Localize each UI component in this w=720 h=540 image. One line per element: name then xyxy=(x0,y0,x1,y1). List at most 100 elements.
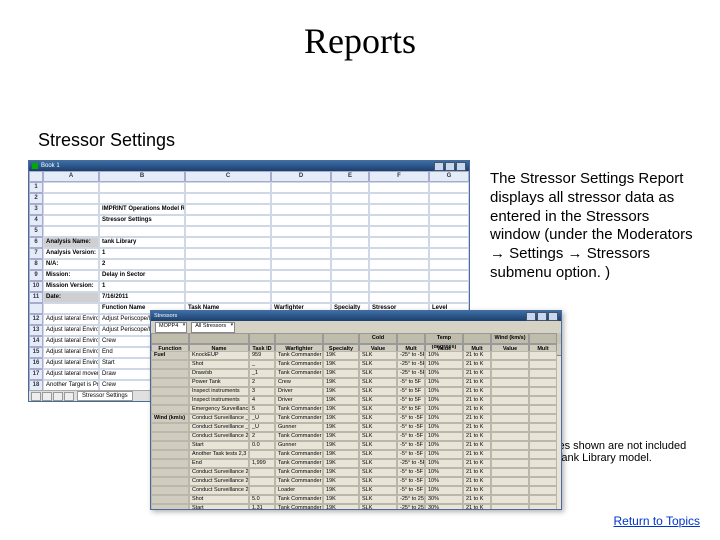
cell: SLK xyxy=(359,459,397,468)
cell: Tank Commander xyxy=(275,468,323,477)
cell: -5° to -5F xyxy=(397,486,425,495)
cell: 10% xyxy=(425,378,463,387)
cell: 10% xyxy=(425,477,463,486)
cell: 2 xyxy=(99,259,185,270)
cell: -5° to -5F xyxy=(397,414,425,423)
col-header: A xyxy=(43,171,99,182)
cell: Gunner xyxy=(275,441,323,450)
tab-nav-first-icon[interactable] xyxy=(31,392,41,401)
grid-header-group xyxy=(463,333,491,344)
cell: 19K xyxy=(323,360,359,369)
cell: Tank Commander xyxy=(275,450,323,459)
close-icon[interactable] xyxy=(456,162,466,171)
row-group-label xyxy=(151,405,189,414)
row-group-label xyxy=(151,468,189,477)
cell: 19K xyxy=(323,432,359,441)
table-row: FuelKnockEUP959Tank Commander19KSLK-25° … xyxy=(151,351,561,360)
cell xyxy=(491,423,529,432)
cell xyxy=(185,270,271,281)
grid-header-group: Wind (km/s) xyxy=(491,333,529,344)
minimize-icon[interactable] xyxy=(526,312,536,321)
cell: _U xyxy=(249,423,275,432)
tab-nav-next-icon[interactable] xyxy=(53,392,63,401)
cell: 21 to K xyxy=(463,432,491,441)
cell: 10% xyxy=(425,396,463,405)
row-group-label xyxy=(151,396,189,405)
cell: 21 to K xyxy=(463,387,491,396)
cell xyxy=(369,281,429,292)
cell: -5° to -5F xyxy=(397,423,425,432)
cell: 21 to K xyxy=(463,504,491,509)
cell: 10% xyxy=(425,387,463,396)
cell xyxy=(491,387,529,396)
cell: SLK xyxy=(359,351,397,360)
cell xyxy=(491,450,529,459)
cell xyxy=(529,468,557,477)
maximize-icon[interactable] xyxy=(445,162,455,171)
section-subtitle: Stressor Settings xyxy=(38,130,175,151)
close-icon[interactable] xyxy=(548,312,558,321)
cell xyxy=(491,504,529,509)
cell xyxy=(529,387,557,396)
cell xyxy=(249,477,275,486)
combo-stressors[interactable]: All Stressors xyxy=(191,322,235,333)
cell: Conduct Surveillance 2.4 xyxy=(189,486,249,495)
cell: -25° to -5F xyxy=(397,360,425,369)
cell xyxy=(529,423,557,432)
col-header xyxy=(29,171,43,182)
cell xyxy=(491,468,529,477)
grid-header-group: Temp (degrees) xyxy=(425,333,463,344)
cell xyxy=(185,215,271,226)
tab-nav-last-icon[interactable] xyxy=(64,392,74,401)
cell: 10% xyxy=(425,441,463,450)
cell: 10% xyxy=(425,351,463,360)
cell: 21 to K xyxy=(463,405,491,414)
cell: 2 xyxy=(249,432,275,441)
cell xyxy=(369,292,429,303)
cell xyxy=(271,193,331,204)
cell xyxy=(529,405,557,414)
cell xyxy=(369,270,429,281)
cell: 4 xyxy=(249,396,275,405)
cell: Inspect instruments xyxy=(189,396,249,405)
cell xyxy=(529,369,557,378)
sheet-tab[interactable]: Stressor Settings xyxy=(77,391,133,401)
col-header: F xyxy=(369,171,429,182)
stressors-window: Stressors MOPP4 All Stressors ColdTemp (… xyxy=(150,310,562,510)
cell xyxy=(249,486,275,495)
cell: 19K xyxy=(323,387,359,396)
cell: 21 to K xyxy=(463,441,491,450)
cell: Tank Commander xyxy=(275,459,323,468)
cell: -5° to 5F xyxy=(397,396,425,405)
cell: 10% xyxy=(425,486,463,495)
cell xyxy=(43,193,99,204)
cell xyxy=(369,204,429,215)
cell: SLK xyxy=(359,423,397,432)
minimize-icon[interactable] xyxy=(434,162,444,171)
cell xyxy=(271,204,331,215)
cell xyxy=(529,486,557,495)
cell xyxy=(491,396,529,405)
cell: 7/16/2011 xyxy=(99,292,185,303)
stressor-grid: ColdTemp (degrees)Wind (km/s) FunctionNa… xyxy=(151,333,561,509)
combo-mopp[interactable]: MOPP4 xyxy=(155,322,187,333)
cell xyxy=(249,468,275,477)
cell: Loader xyxy=(275,486,323,495)
cell xyxy=(43,182,99,193)
cell xyxy=(99,182,185,193)
cell: 3 xyxy=(249,387,275,396)
table-row: Shot5.0Tank Commander19KSLK-25° to 25F30… xyxy=(151,495,561,504)
maximize-icon[interactable] xyxy=(537,312,547,321)
cell xyxy=(271,281,331,292)
page-title: Reports xyxy=(0,20,720,62)
return-to-topics-link[interactable]: Return to Topics xyxy=(614,514,701,528)
row-header: 15 xyxy=(29,347,43,358)
cell: SLK xyxy=(359,369,397,378)
cell xyxy=(185,281,271,292)
cell: 21 to K xyxy=(463,396,491,405)
cell xyxy=(185,204,271,215)
tab-nav-prev-icon[interactable] xyxy=(42,392,52,401)
cell: Adjust lateral Environment xyxy=(43,336,99,347)
cell xyxy=(185,237,271,248)
row-header: 2 xyxy=(29,193,43,204)
